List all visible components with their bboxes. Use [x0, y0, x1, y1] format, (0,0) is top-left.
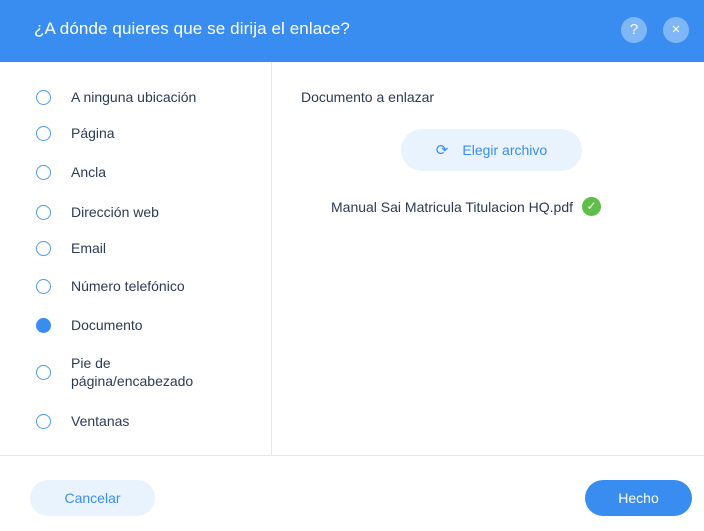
footer-divider — [0, 455, 704, 456]
option-label: Ventanas — [71, 413, 130, 429]
radio-button[interactable] — [36, 164, 51, 180]
check-icon: ✓ — [582, 197, 601, 216]
radio-button[interactable] — [36, 240, 51, 256]
option-label: Número telefónico — [71, 278, 185, 294]
done-button[interactable]: Hecho — [585, 480, 692, 516]
choose-file-button[interactable]: ⟳ Elegir archivo — [401, 129, 582, 171]
choose-file-label: Elegir archivo — [462, 142, 548, 158]
option-label: Dirección web — [71, 204, 159, 220]
option-anchor[interactable]: Ancla — [36, 163, 106, 181]
link-dialog: ¿A dónde quieres que se dirija el enlace… — [0, 0, 704, 531]
option-label: Documento — [71, 317, 143, 333]
document-heading: Documento a enlazar — [301, 89, 435, 105]
option-label: Página — [71, 125, 115, 141]
selected-file: Manual Sai Matricula Titulacion HQ.pdf ✓ — [331, 197, 601, 216]
option-no-location[interactable]: A ninguna ubicación — [36, 88, 196, 106]
option-label: Email — [71, 240, 107, 256]
option-footer-header[interactable]: Pie de página/encabezado — [36, 354, 221, 390]
option-page[interactable]: Página — [36, 124, 115, 142]
radio-button[interactable] — [36, 125, 51, 141]
vertical-divider — [271, 62, 272, 456]
option-label: A ninguna ubicación — [71, 89, 197, 105]
radio-button[interactable] — [36, 204, 51, 220]
radio-button[interactable] — [36, 278, 51, 294]
close-icon[interactable]: × — [663, 17, 689, 43]
cancel-button[interactable]: Cancelar — [30, 480, 155, 516]
option-email[interactable]: Email — [36, 239, 106, 257]
link-type-list: A ninguna ubicación Página Ancla Direcci… — [0, 62, 270, 456]
dialog-header: ¿A dónde quieres que se dirija el enlace… — [0, 0, 704, 62]
refresh-icon: ⟳ — [435, 142, 449, 159]
option-label: Pie de página/encabezado — [71, 355, 194, 389]
option-windows[interactable]: Ventanas — [36, 412, 129, 430]
option-label: Ancla — [71, 164, 107, 180]
radio-button-selected[interactable] — [36, 317, 51, 333]
help-icon[interactable]: ? — [621, 17, 647, 43]
radio-button[interactable] — [36, 364, 51, 380]
radio-button[interactable] — [36, 89, 51, 105]
option-web-address[interactable]: Dirección web — [36, 203, 159, 221]
option-phone-number[interactable]: Número telefónico — [36, 277, 185, 295]
option-document[interactable]: Documento — [36, 316, 143, 334]
radio-button[interactable] — [36, 413, 51, 429]
dialog-title: ¿A dónde quieres que se dirija el enlace… — [34, 19, 350, 38]
file-name: Manual Sai Matricula Titulacion HQ.pdf — [331, 198, 573, 215]
